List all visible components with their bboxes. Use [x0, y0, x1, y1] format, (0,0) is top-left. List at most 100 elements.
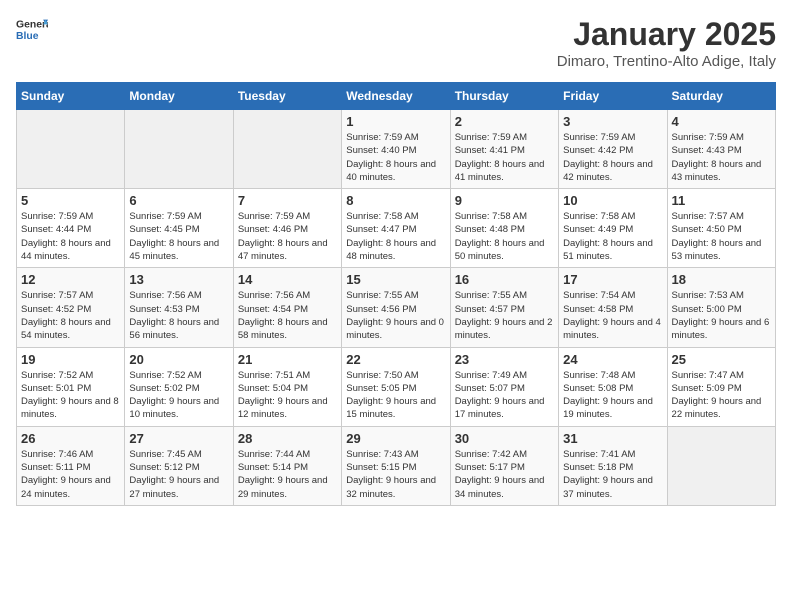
day-number: 15	[346, 272, 445, 287]
calendar-table: Sunday Monday Tuesday Wednesday Thursday…	[16, 82, 776, 506]
table-row: 22 Sunrise: 7:50 AM Sunset: 5:05 PM Dayli…	[342, 347, 450, 426]
header-friday: Friday	[559, 83, 667, 110]
day-number: 31	[563, 431, 662, 446]
table-row: 29Sunrise: 7:43 AM Sunset: 5:15 PM Dayli…	[342, 426, 450, 505]
table-row: 28 Sunrise: 7:44 AM Sunset: 5:14 PM Dayli…	[233, 426, 341, 505]
day-number: 20	[129, 352, 228, 367]
day-info: Sunrise: 7:57 AM Sunset: 4:52 PM Dayligh…	[21, 289, 120, 342]
table-row	[233, 110, 341, 189]
table-row: 10Sunrise: 7:58 AM Sunset: 4:49 PM Dayli…	[559, 189, 667, 268]
title-area: January 2025 Dimaro, Trentino-Alto Adige…	[557, 16, 776, 70]
day-number: 3	[563, 114, 662, 129]
day-info: Sunrise: 7:42 AM Sunset: 5:17 PM Dayligh…	[455, 448, 554, 501]
day-info: Sunrise: 7:58 AM Sunset: 4:48 PM Dayligh…	[455, 210, 554, 263]
table-row: 2Sunrise: 7:59 AM Sunset: 4:41 PM Daylig…	[450, 110, 558, 189]
calendar-week-row: 19Sunrise: 7:52 AM Sunset: 5:01 PM Dayli…	[17, 347, 776, 426]
table-row: 18Sunrise: 7:53 AM Sunset: 5:00 PM Dayli…	[667, 268, 775, 347]
table-row: 1 Sunrise: 7:59 AM Sunset: 4:40 PM Daylig…	[342, 110, 450, 189]
day-number: 8	[346, 193, 445, 208]
day-info: Sunrise: 7:59 AM Sunset: 4:45 PM Dayligh…	[129, 210, 228, 263]
day-info: Sunrise: 7:55 AM Sunset: 4:56 PM Dayligh…	[346, 289, 445, 342]
table-row: 15 Sunrise: 7:55 AM Sunset: 4:56 PM Dayli…	[342, 268, 450, 347]
table-row: 30 Sunrise: 7:42 AM Sunset: 5:17 PM Dayli…	[450, 426, 558, 505]
table-row: 27 Sunrise: 7:45 AM Sunset: 5:12 PM Dayli…	[125, 426, 233, 505]
table-row: 4 Sunrise: 7:59 AM Sunset: 4:43 PM Daylig…	[667, 110, 775, 189]
day-info: Sunrise: 7:43 AM Sunset: 5:15 PM Dayligh…	[346, 448, 445, 501]
day-number: 5	[21, 193, 120, 208]
page-header: General Blue January 2025 Dimaro, Trenti…	[16, 16, 776, 70]
logo: General Blue	[16, 16, 48, 44]
logo-icon: General Blue	[16, 16, 48, 44]
day-number: 1	[346, 114, 445, 129]
day-number: 9	[455, 193, 554, 208]
calendar-week-row: 26 Sunrise: 7:46 AM Sunset: 5:11 PM Dayli…	[17, 426, 776, 505]
header-saturday: Saturday	[667, 83, 775, 110]
table-row: 20Sunrise: 7:52 AM Sunset: 5:02 PM Dayli…	[125, 347, 233, 426]
day-info: Sunrise: 7:56 AM Sunset: 4:53 PM Dayligh…	[129, 289, 228, 342]
calendar-week-row: 12Sunrise: 7:57 AM Sunset: 4:52 PM Dayli…	[17, 268, 776, 347]
table-row: 9 Sunrise: 7:58 AM Sunset: 4:48 PM Daylig…	[450, 189, 558, 268]
day-info: Sunrise: 7:46 AM Sunset: 5:11 PM Dayligh…	[21, 448, 120, 501]
day-info: Sunrise: 7:57 AM Sunset: 4:50 PM Dayligh…	[672, 210, 771, 263]
table-row: 19Sunrise: 7:52 AM Sunset: 5:01 PM Dayli…	[17, 347, 125, 426]
day-info: Sunrise: 7:55 AM Sunset: 4:57 PM Dayligh…	[455, 289, 554, 342]
table-row: 23Sunrise: 7:49 AM Sunset: 5:07 PM Dayli…	[450, 347, 558, 426]
calendar-week-row: 5 Sunrise: 7:59 AM Sunset: 4:44 PM Daylig…	[17, 189, 776, 268]
day-number: 14	[238, 272, 337, 287]
table-row: 17Sunrise: 7:54 AM Sunset: 4:58 PM Dayli…	[559, 268, 667, 347]
day-number: 25	[672, 352, 771, 367]
day-info: Sunrise: 7:44 AM Sunset: 5:14 PM Dayligh…	[238, 448, 337, 501]
calendar-title: January 2025	[557, 16, 776, 53]
table-row: 16 Sunrise: 7:55 AM Sunset: 4:57 PM Dayli…	[450, 268, 558, 347]
day-info: Sunrise: 7:59 AM Sunset: 4:44 PM Dayligh…	[21, 210, 120, 263]
table-row: 11 Sunrise: 7:57 AM Sunset: 4:50 PM Dayli…	[667, 189, 775, 268]
day-number: 28	[238, 431, 337, 446]
day-number: 18	[672, 272, 771, 287]
header-thursday: Thursday	[450, 83, 558, 110]
day-number: 4	[672, 114, 771, 129]
table-row: 13Sunrise: 7:56 AM Sunset: 4:53 PM Dayli…	[125, 268, 233, 347]
day-number: 19	[21, 352, 120, 367]
day-info: Sunrise: 7:56 AM Sunset: 4:54 PM Dayligh…	[238, 289, 337, 342]
day-info: Sunrise: 7:48 AM Sunset: 5:08 PM Dayligh…	[563, 369, 662, 422]
table-row: 5 Sunrise: 7:59 AM Sunset: 4:44 PM Daylig…	[17, 189, 125, 268]
day-number: 22	[346, 352, 445, 367]
day-number: 27	[129, 431, 228, 446]
svg-text:General: General	[16, 20, 48, 31]
svg-text:Blue: Blue	[16, 31, 39, 42]
header-wednesday: Wednesday	[342, 83, 450, 110]
day-number: 6	[129, 193, 228, 208]
day-info: Sunrise: 7:45 AM Sunset: 5:12 PM Dayligh…	[129, 448, 228, 501]
day-number: 26	[21, 431, 120, 446]
day-info: Sunrise: 7:50 AM Sunset: 5:05 PM Dayligh…	[346, 369, 445, 422]
day-info: Sunrise: 7:47 AM Sunset: 5:09 PM Dayligh…	[672, 369, 771, 422]
table-row: 14 Sunrise: 7:56 AM Sunset: 4:54 PM Dayli…	[233, 268, 341, 347]
calendar-subtitle: Dimaro, Trentino-Alto Adige, Italy	[557, 53, 776, 70]
table-row: 31 Sunrise: 7:41 AM Sunset: 5:18 PM Dayli…	[559, 426, 667, 505]
day-number: 24	[563, 352, 662, 367]
day-number: 16	[455, 272, 554, 287]
day-info: Sunrise: 7:59 AM Sunset: 4:46 PM Dayligh…	[238, 210, 337, 263]
day-number: 30	[455, 431, 554, 446]
table-row: 6 Sunrise: 7:59 AM Sunset: 4:45 PM Daylig…	[125, 189, 233, 268]
table-row: 3 Sunrise: 7:59 AM Sunset: 4:42 PM Daylig…	[559, 110, 667, 189]
table-row: 7Sunrise: 7:59 AM Sunset: 4:46 PM Daylig…	[233, 189, 341, 268]
table-row: 25 Sunrise: 7:47 AM Sunset: 5:09 PM Dayli…	[667, 347, 775, 426]
table-row: 21 Sunrise: 7:51 AM Sunset: 5:04 PM Dayli…	[233, 347, 341, 426]
day-info: Sunrise: 7:59 AM Sunset: 4:40 PM Dayligh…	[346, 131, 445, 184]
day-info: Sunrise: 7:59 AM Sunset: 4:42 PM Dayligh…	[563, 131, 662, 184]
day-number: 10	[563, 193, 662, 208]
day-info: Sunrise: 7:51 AM Sunset: 5:04 PM Dayligh…	[238, 369, 337, 422]
table-row: 24 Sunrise: 7:48 AM Sunset: 5:08 PM Dayli…	[559, 347, 667, 426]
header-sunday: Sunday	[17, 83, 125, 110]
day-number: 21	[238, 352, 337, 367]
day-info: Sunrise: 7:41 AM Sunset: 5:18 PM Dayligh…	[563, 448, 662, 501]
table-row: 12Sunrise: 7:57 AM Sunset: 4:52 PM Dayli…	[17, 268, 125, 347]
day-info: Sunrise: 7:59 AM Sunset: 4:43 PM Dayligh…	[672, 131, 771, 184]
header-monday: Monday	[125, 83, 233, 110]
table-row: 26 Sunrise: 7:46 AM Sunset: 5:11 PM Dayli…	[17, 426, 125, 505]
day-number: 11	[672, 193, 771, 208]
day-info: Sunrise: 7:59 AM Sunset: 4:41 PM Dayligh…	[455, 131, 554, 184]
table-row: 8Sunrise: 7:58 AM Sunset: 4:47 PM Daylig…	[342, 189, 450, 268]
calendar-week-row: 1 Sunrise: 7:59 AM Sunset: 4:40 PM Daylig…	[17, 110, 776, 189]
